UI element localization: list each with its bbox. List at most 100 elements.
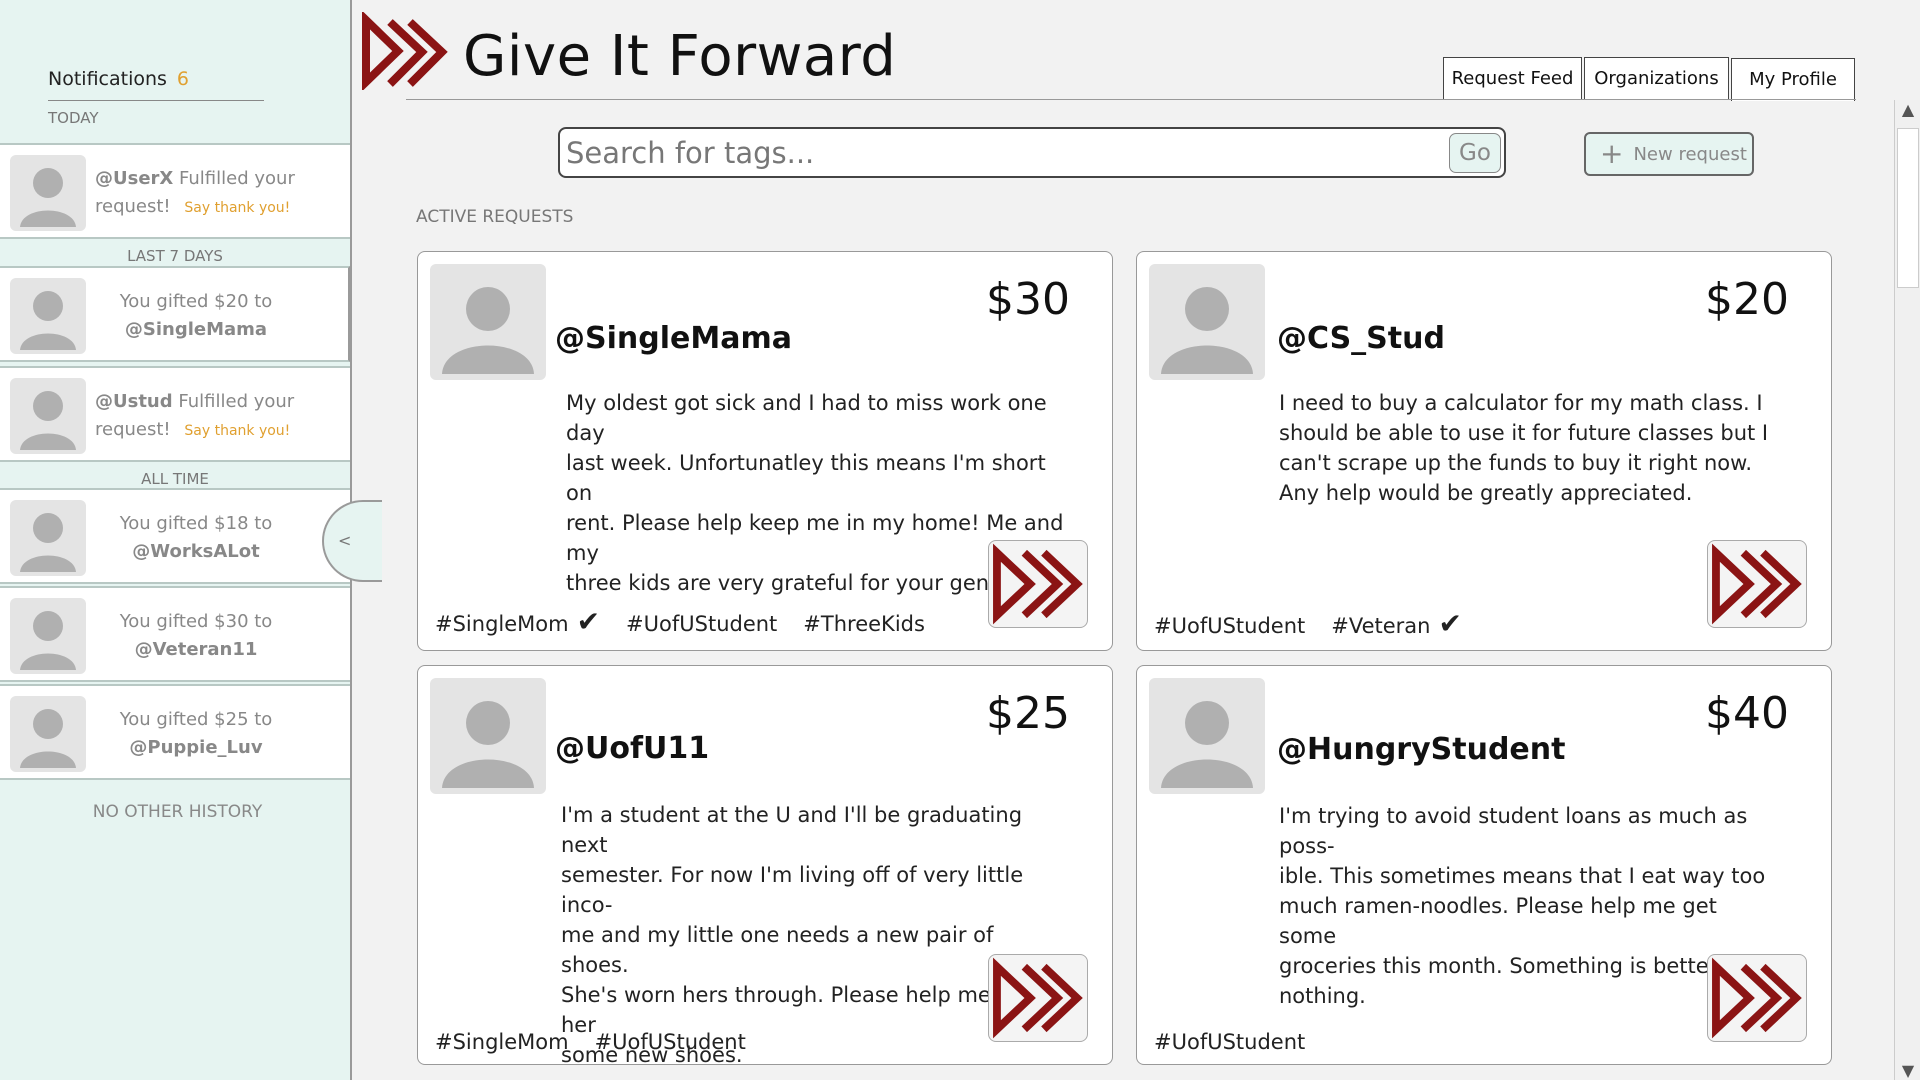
request-username[interactable]: @HungryStudent [1277,732,1565,767]
notification-user[interactable]: @SingleMama [125,319,267,340]
description-line: nothing. [1279,984,1366,1008]
avatar-icon [1149,264,1265,380]
say-thank-you-link[interactable]: Say thank you! [184,200,290,216]
description-line: I need to buy a calculator for my math c… [1279,391,1763,415]
notification-message: You gifted $20 to [119,291,273,312]
description-line: much ramen-noodles. Please help me get s… [1279,894,1717,948]
give-forward-button[interactable] [988,540,1088,628]
avatar-icon [10,696,86,772]
avatar-icon [10,378,86,454]
notification-user[interactable]: @Veteran11 [135,639,258,660]
avatar-icon [10,598,86,674]
give-forward-button[interactable] [1707,540,1807,628]
request-username[interactable]: @UofU11 [555,731,709,766]
avatar-icon [10,278,86,354]
request-tags: #UofUStudent [1154,1030,1331,1054]
notification-user[interactable]: @WorksALot [132,541,260,562]
description-line: should be able to use it for future clas… [1279,421,1769,445]
request-amount: $40 [1705,688,1789,739]
forward-arrows-icon [362,12,448,90]
tab-my-profile[interactable]: My Profile [1731,58,1855,101]
request-card[interactable]: @SingleMama $30 My oldest got sick and I… [417,251,1113,651]
section-label-all-time: ALL TIME [141,470,209,488]
notification-text: @UserX Fulfilled your request! Say thank… [95,165,345,222]
request-tags: #UofUStudent #Veteran ✔ [1154,607,1488,640]
notification-item[interactable]: You gifted $20 to @SingleMama [0,266,350,362]
active-requests-heading: ACTIVE REQUESTS [416,207,574,227]
tag[interactable]: #SingleMom [435,1030,569,1054]
new-request-label: New request [1633,144,1747,165]
chevron-left-icon: < [338,531,352,550]
say-thank-you-link[interactable]: Say thank you! [184,423,290,439]
avatar-icon [430,678,546,794]
checkmark-icon: ✔ [576,605,601,638]
request-amount: $30 [986,274,1070,325]
give-forward-button[interactable] [988,954,1088,1042]
description-line: ible. This sometimes means that I eat wa… [1279,864,1766,888]
request-card[interactable]: @HungryStudent $40 I'm trying to avoid s… [1136,665,1832,1065]
tag[interactable]: #UofUStudent [595,1030,746,1054]
description-line: Any help would be greatly appreciated. [1279,481,1693,505]
notifications-sidebar: Notifications 6 TODAY @UserX Fulfilled yo… [0,0,352,1080]
request-tags: #SingleMom #UofUStudent [435,1030,772,1054]
plus-icon: + [1600,137,1624,170]
tag[interactable]: #UofUStudent [1154,614,1305,638]
description-line: semester. For now I'm living off of very… [561,863,1024,917]
request-username[interactable]: @SingleMama [555,321,792,356]
tag[interactable]: #Veteran [1331,614,1430,638]
description-line: can't scrape up the funds to buy it righ… [1279,451,1753,475]
notification-item[interactable]: @Ustud Fulfilled your request! Say thank… [0,366,350,462]
tag[interactable]: #SingleMom [435,612,569,636]
avatar-icon [10,155,86,231]
notification-message: You gifted $18 to [119,513,273,534]
search-bar: Go [558,127,1506,178]
request-description: I need to buy a calculator for my math c… [1279,388,1779,508]
request-username[interactable]: @CS_Stud [1277,321,1445,356]
no-other-history-label: NO OTHER HISTORY [92,802,263,822]
scroll-down-arrow-icon[interactable]: ▼ [1898,1061,1918,1080]
tag-search-input[interactable] [566,133,1426,173]
description-line: last week. Unfortunatley this means I'm … [566,451,1046,505]
notification-user[interactable]: @Ustud [95,391,173,412]
notification-item[interactable]: You gifted $18 to @WorksALot [0,488,350,584]
tag[interactable]: #UofUStudent [1154,1030,1305,1054]
notification-user[interactable]: @Puppie_Luv [129,737,262,758]
section-label-last-7-days: LAST 7 DAYS [127,247,223,265]
description-line: groceries this month. Something is bette… [1279,954,1772,978]
checkmark-icon: ✔ [1438,607,1462,640]
notification-item[interactable]: You gifted $30 to @Veteran11 [0,586,350,682]
header-divider [406,99,1856,100]
scrollbar-thumb[interactable] [1897,128,1919,288]
notification-text: You gifted $30 to @Veteran11 [86,608,306,664]
request-card[interactable]: @CS_Stud $20 I need to buy a calculator … [1136,251,1832,651]
request-amount: $25 [986,688,1070,739]
request-amount: $20 [1705,274,1789,325]
section-label-today: TODAY [48,109,99,127]
tab-request-feed[interactable]: Request Feed [1443,57,1582,100]
new-request-button[interactable]: + New request [1584,132,1754,176]
description-line: I'm a student at the U and I'll be gradu… [561,803,1023,857]
notification-user[interactable]: @UserX [95,168,173,189]
vertical-scrollbar[interactable]: ▲ ▼ [1894,100,1920,1080]
description-line: me and my little one needs a new pair of… [561,923,994,977]
avatar-icon [10,500,86,576]
notification-message: You gifted $25 to [119,709,273,730]
give-forward-button[interactable] [1707,954,1807,1042]
description-line: I'm trying to avoid student loans as muc… [1279,804,1748,858]
notifications-title: Notifications [48,68,167,90]
scroll-up-arrow-icon[interactable]: ▲ [1898,100,1918,119]
request-description: I'm trying to avoid student loans as muc… [1279,801,1779,1011]
request-card[interactable]: @UofU11 $25 I'm a student at the U and I… [417,665,1113,1067]
tab-organizations[interactable]: Organizations [1584,57,1729,100]
notifications-count-badge: 6 [176,68,190,90]
request-tags: #SingleMom ✔ #UofUStudent #ThreeKids [435,605,951,638]
notification-text: @Ustud Fulfilled your request! Say thank… [95,388,345,445]
notification-text: You gifted $18 to @WorksALot [86,510,306,566]
notification-item[interactable]: You gifted $25 to @Puppie_Luv [0,684,350,780]
notification-message: You gifted $30 to [119,611,273,632]
go-button[interactable]: Go [1449,133,1501,173]
notification-item[interactable]: @UserX Fulfilled your request! Say thank… [0,143,350,239]
app-title: Give It Forward [463,24,897,89]
tag[interactable]: #ThreeKids [803,612,925,636]
tag[interactable]: #UofUStudent [626,612,777,636]
